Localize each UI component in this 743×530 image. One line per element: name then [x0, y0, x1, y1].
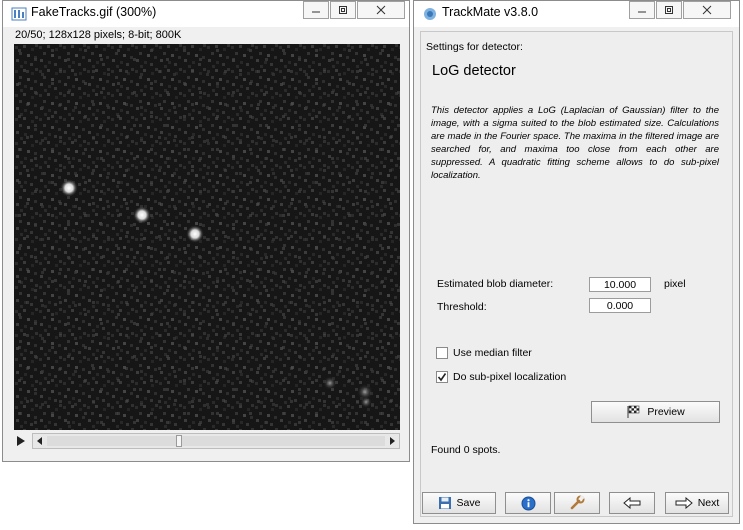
blob-diameter-label: Estimated blob diameter: — [437, 278, 554, 290]
minimize-button[interactable] — [629, 1, 655, 19]
arrow-right-icon — [675, 497, 693, 509]
scroll-track[interactable] — [47, 435, 385, 447]
median-filter-checkbox[interactable] — [436, 347, 448, 359]
image-window: FakeTracks.gif (300%) 20/50; 128x128 pix… — [2, 0, 410, 462]
bright-spot — [60, 179, 78, 197]
maximize-button[interactable] — [330, 1, 356, 19]
bright-spot — [186, 225, 204, 243]
close-button[interactable] — [683, 1, 731, 19]
image-window-title: FakeTracks.gif (300%) — [31, 5, 157, 19]
threshold-label: Threshold: — [437, 301, 487, 313]
arrow-left-icon — [623, 497, 641, 509]
minimize-icon — [638, 11, 646, 13]
settings-button[interactable] — [554, 492, 600, 514]
triangle-right-icon — [390, 437, 395, 445]
microscopy-image — [14, 44, 400, 430]
blob-diameter-unit: pixel — [664, 278, 686, 290]
image-canvas[interactable] — [14, 44, 400, 430]
maximize-icon — [339, 6, 347, 14]
minimize-icon — [312, 11, 320, 13]
detector-title: LoG detector — [432, 63, 516, 79]
detector-settings-panel: Settings for detector: LoG detector This… — [420, 31, 733, 517]
slice-scrollbar[interactable] — [32, 433, 400, 449]
play-icon[interactable] — [14, 434, 28, 448]
median-filter-label[interactable]: Use median filter — [453, 347, 532, 359]
close-icon — [376, 5, 386, 15]
floppy-disk-icon — [438, 497, 451, 509]
preview-button[interactable]: Preview — [591, 401, 720, 423]
subpixel-label[interactable]: Do sub-pixel localization — [453, 371, 566, 383]
trackmate-window: TrackMate v3.8.0 Settings for detector: … — [413, 0, 740, 524]
next-button[interactable]: Next — [665, 492, 729, 514]
preview-label: Preview — [647, 406, 685, 418]
image-window-titlebar[interactable]: FakeTracks.gif (300%) — [3, 1, 409, 27]
settings-label: Settings for detector: — [426, 41, 523, 53]
info-icon — [521, 496, 535, 510]
maximize-button[interactable] — [656, 1, 682, 19]
checkered-flag-icon — [627, 405, 640, 418]
image-info: 20/50; 128x128 pixels; 8-bit; 800K — [15, 29, 182, 41]
dim-spot — [360, 396, 372, 408]
trackmate-app-icon — [424, 8, 436, 20]
scroll-right-arrow[interactable] — [385, 434, 399, 448]
trackmate-titlebar[interactable]: TrackMate v3.8.0 — [414, 1, 739, 27]
triangle-left-icon — [37, 437, 42, 445]
info-button[interactable] — [505, 492, 551, 514]
wrench-icon — [570, 495, 585, 510]
save-button[interactable]: Save — [422, 492, 496, 514]
blob-diameter-input[interactable]: 10.000 — [589, 277, 651, 292]
next-label: Next — [697, 497, 720, 509]
maximize-icon — [665, 6, 673, 14]
dim-spot — [323, 376, 337, 390]
threshold-input[interactable]: 0.000 — [589, 298, 651, 313]
checkmark-icon — [437, 373, 447, 382]
detector-description: This detector applies a LoG (Laplacian o… — [431, 105, 719, 181]
bright-spot — [133, 206, 151, 224]
close-icon — [702, 5, 712, 15]
imagej-app-icon — [11, 7, 27, 21]
close-button[interactable] — [357, 1, 405, 19]
minimize-button[interactable] — [303, 1, 329, 19]
trackmate-title: TrackMate v3.8.0 — [442, 5, 539, 19]
scroll-left-arrow[interactable] — [33, 434, 47, 448]
subpixel-checkbox[interactable] — [436, 371, 448, 383]
save-label: Save — [456, 497, 481, 509]
slice-control — [14, 432, 400, 450]
scroll-thumb[interactable] — [176, 435, 182, 447]
status-text: Found 0 spots. — [431, 444, 501, 456]
previous-button[interactable] — [609, 492, 655, 514]
